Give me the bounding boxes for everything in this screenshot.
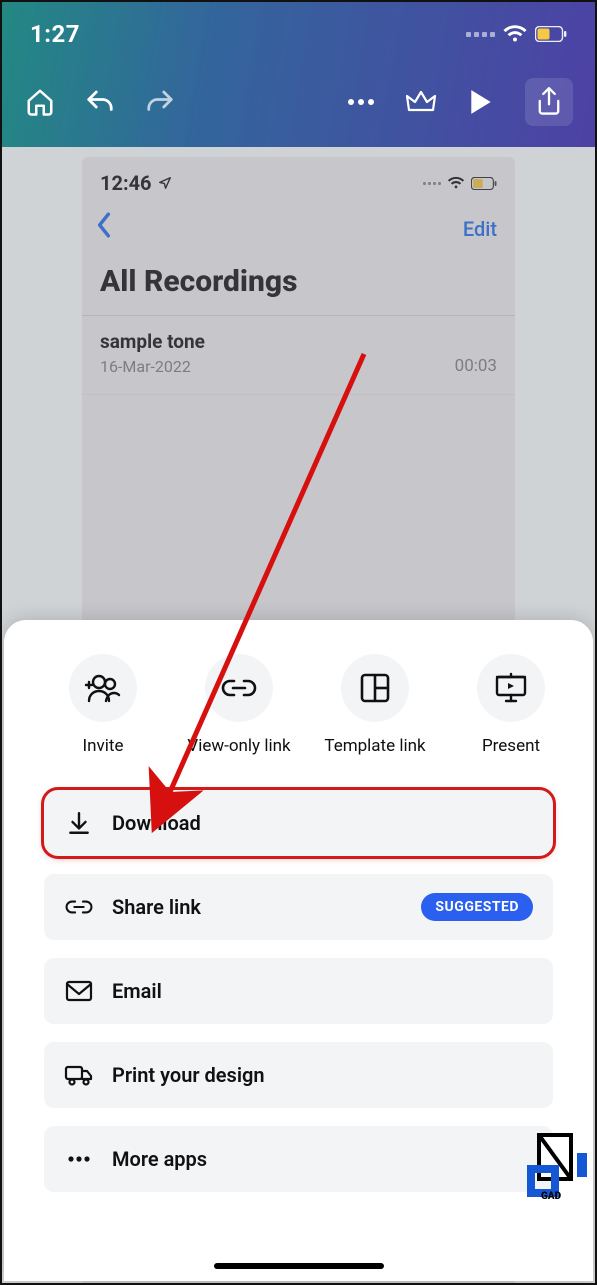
download-label: Download bbox=[112, 811, 533, 835]
template-icon bbox=[341, 654, 409, 722]
invite-label: Invite bbox=[83, 736, 124, 780]
present-option[interactable]: Present bbox=[456, 654, 566, 780]
invite-icon bbox=[69, 654, 137, 722]
clipboard-option[interactable]: Clipbo bbox=[592, 654, 593, 780]
view-only-link-option[interactable]: View-only link bbox=[184, 654, 294, 780]
truck-icon bbox=[64, 1064, 94, 1086]
present-icon bbox=[477, 654, 545, 722]
status-time: 1:27 bbox=[30, 20, 80, 48]
svg-text:GAD: GAD bbox=[541, 1191, 562, 1202]
download-option[interactable]: Download bbox=[44, 790, 553, 856]
view-only-label: View-only link bbox=[187, 736, 290, 780]
battery-icon bbox=[535, 26, 567, 42]
more-apps-label: More apps bbox=[112, 1147, 533, 1171]
present-label: Present bbox=[482, 736, 540, 780]
email-option[interactable]: Email bbox=[44, 958, 553, 1024]
template-label: Template link bbox=[324, 736, 425, 780]
watermark: GAD bbox=[503, 1129, 589, 1211]
cellular-icon bbox=[466, 32, 495, 37]
email-label: Email bbox=[112, 979, 533, 1003]
share-link-option[interactable]: Share link SUGGESTED bbox=[44, 874, 553, 940]
share-button[interactable] bbox=[525, 78, 573, 126]
share-link-icon bbox=[64, 898, 94, 916]
undo-icon[interactable] bbox=[84, 86, 116, 118]
header-gradient: 1:27 bbox=[2, 2, 595, 147]
more-apps-icon bbox=[64, 1155, 94, 1163]
toolbar-left bbox=[24, 86, 176, 118]
share-top-row[interactable]: Invite View-only link Template link Pres… bbox=[4, 620, 593, 780]
suggested-badge: SUGGESTED bbox=[421, 893, 533, 921]
wifi-icon bbox=[503, 24, 527, 44]
app-toolbar bbox=[2, 56, 595, 136]
more-icon[interactable] bbox=[345, 86, 377, 118]
link-icon bbox=[205, 654, 273, 722]
print-option[interactable]: Print your design bbox=[44, 1042, 553, 1108]
redo-icon[interactable] bbox=[144, 86, 176, 118]
play-icon[interactable] bbox=[465, 86, 497, 118]
share-link-label: Share link bbox=[112, 895, 403, 919]
home-indicator[interactable] bbox=[214, 1263, 384, 1269]
email-icon bbox=[64, 980, 94, 1002]
download-icon bbox=[64, 810, 94, 836]
template-link-option[interactable]: Template link bbox=[320, 654, 430, 780]
more-apps-option[interactable]: More apps bbox=[44, 1126, 553, 1192]
app-frame: 1:27 bbox=[0, 0, 597, 1285]
crown-icon[interactable] bbox=[405, 86, 437, 118]
toolbar-right bbox=[345, 78, 573, 126]
home-icon[interactable] bbox=[24, 86, 56, 118]
status-right bbox=[466, 24, 567, 44]
print-label: Print your design bbox=[112, 1063, 533, 1087]
invite-option[interactable]: Invite bbox=[48, 654, 158, 780]
status-bar: 1:27 bbox=[2, 2, 595, 56]
